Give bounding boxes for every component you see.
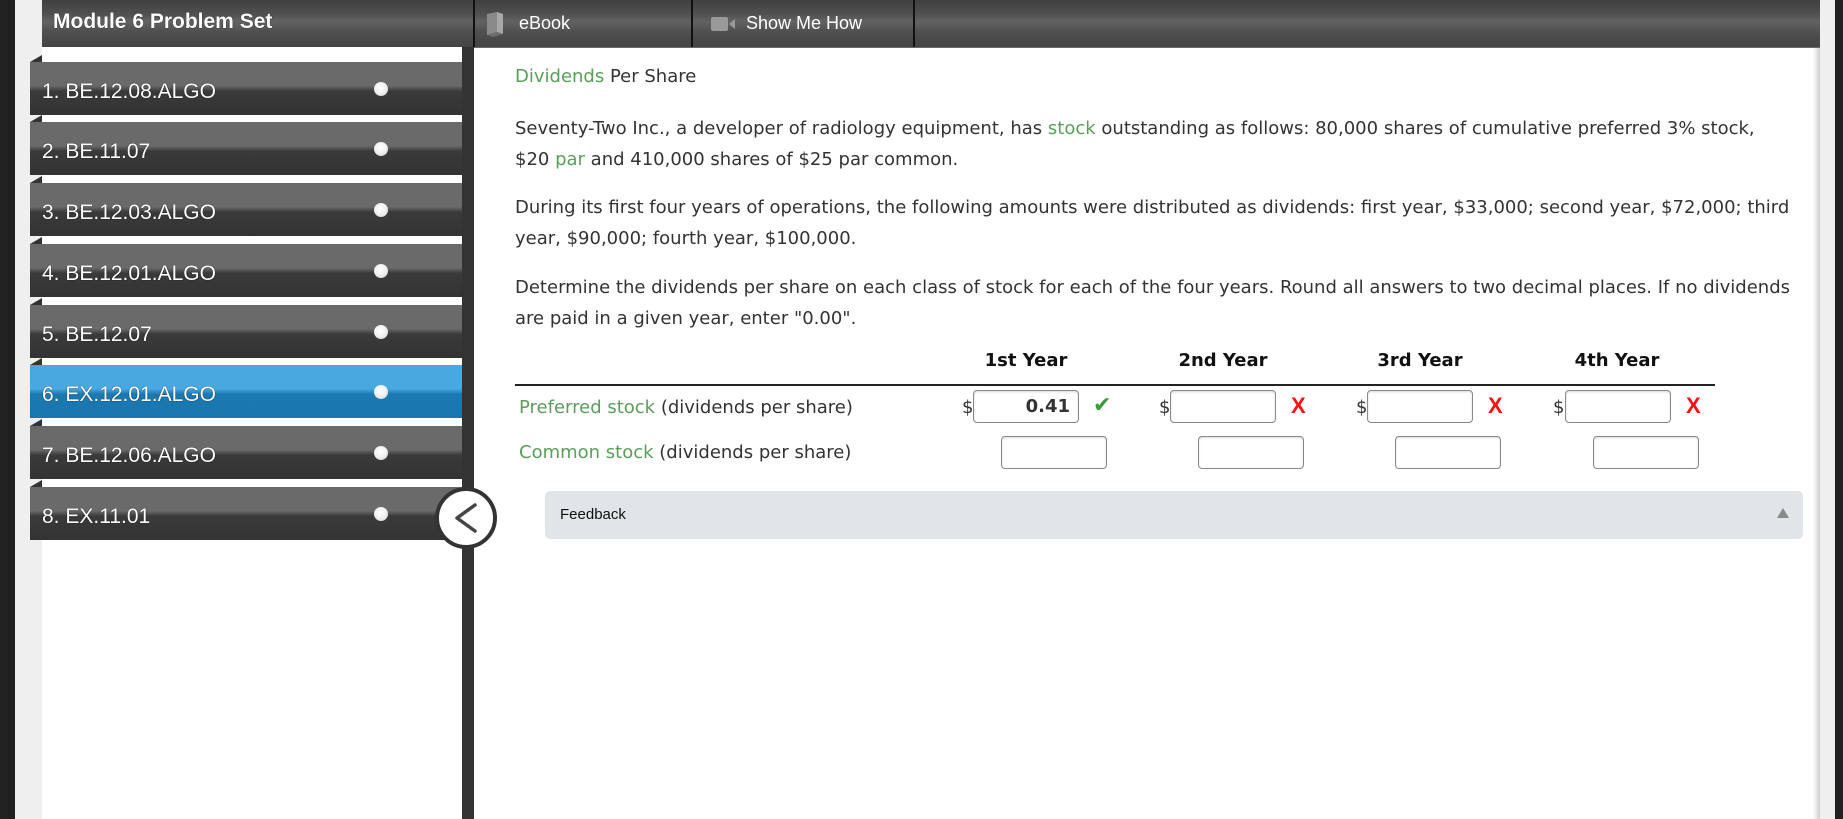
status-dot-icon	[374, 385, 388, 399]
sidebar-item-7[interactable]: 7. BE.12.06.ALGO	[30, 419, 462, 479]
sidebar-item-label: 2. BE.11.07	[42, 140, 151, 163]
preferred-year-1-input[interactable]	[973, 390, 1079, 423]
paragraph-line: Seventy-Two Inc., a developer of radiolo…	[515, 113, 1805, 144]
preferred-year-3-input[interactable]	[1367, 390, 1473, 423]
common-year-3-input[interactable]	[1395, 436, 1501, 469]
sidebar-item-6-active[interactable]: 6. EX.12.01.ALGO	[30, 358, 462, 418]
problem-title: Dividends Per Share	[515, 66, 696, 87]
show-me-how-tab[interactable]: Show Me How	[710, 0, 910, 47]
currency-symbol: $	[1553, 397, 1565, 418]
preferred-year-4-input[interactable]	[1565, 390, 1671, 423]
problem-paragraph-1: Seventy-Two Inc., a developer of radiolo…	[515, 113, 1805, 175]
text: and 410,000 shares of $25 par common.	[584, 149, 959, 170]
status-dot-icon	[374, 142, 388, 156]
sidebar-divider[interactable]	[462, 47, 474, 819]
text: $20	[515, 149, 556, 170]
paragraph-line: During its first four years of operation…	[515, 197, 1790, 218]
common-stock-row-label: Common stock (dividends per share)	[519, 442, 851, 463]
tab-corner	[30, 419, 42, 426]
common-year-2-input[interactable]	[1198, 436, 1304, 469]
tab-corner	[30, 115, 42, 122]
status-dot-icon	[374, 82, 388, 96]
column-header-year-4: 4th Year	[1574, 350, 1660, 371]
tab-corner	[30, 237, 42, 244]
tab-corner	[30, 480, 42, 487]
show-me-how-tab-label: Show Me How	[746, 13, 863, 33]
incorrect-x-icon: X	[1291, 393, 1306, 418]
currency-symbol: $	[1159, 397, 1171, 418]
preferred-stock-row-label: Preferred stock (dividends per share)	[519, 397, 853, 418]
text: outstanding as follows: 80,000 shares of…	[1095, 118, 1755, 139]
tab-corner	[30, 55, 42, 62]
column-header-year-3: 3rd Year	[1377, 350, 1463, 371]
problem-paragraph-3: Determine the dividends per share on eac…	[515, 272, 1805, 334]
status-dot-icon	[374, 264, 388, 278]
sidebar-item-4[interactable]: 4. BE.12.01.ALGO	[30, 237, 462, 297]
status-dot-icon	[374, 325, 388, 339]
top-header-bar	[42, 0, 1820, 48]
sidebar-item-1[interactable]: 1. BE.12.08.ALGO	[30, 55, 462, 115]
common-year-1-input[interactable]	[1001, 436, 1107, 469]
ebook-tab[interactable]: eBook	[485, 0, 690, 47]
ebook-tab-label: eBook	[519, 13, 571, 33]
book-icon	[487, 11, 503, 37]
problem-paragraph-2: During its first four years of operation…	[515, 192, 1805, 254]
triangle-up-icon[interactable]	[1777, 508, 1789, 518]
paragraph-line: Determine the dividends per share on eac…	[515, 277, 1791, 298]
preferred-stock-glossary-link[interactable]: Preferred stock	[519, 397, 655, 418]
sidebar-item-3[interactable]: 3. BE.12.03.ALGO	[30, 176, 462, 236]
stock-glossary-link[interactable]: stock	[1048, 118, 1096, 139]
correct-check-icon: ✔	[1093, 393, 1112, 418]
status-dot-icon	[374, 203, 388, 217]
column-header-year-2: 2nd Year	[1178, 350, 1268, 371]
dividends-glossary-link[interactable]: Dividends	[515, 66, 604, 87]
sidebar-item-2[interactable]: 2. BE.11.07	[30, 115, 462, 175]
sidebar-item-label: 4. BE.12.01.ALGO	[42, 262, 216, 285]
par-glossary-link[interactable]: par	[555, 149, 585, 170]
preferred-year-2-input[interactable]	[1170, 390, 1276, 423]
chevron-left-icon	[455, 503, 477, 533]
feedback-panel-toggle[interactable]: Feedback	[545, 491, 1803, 539]
column-header-year-1: 1st Year	[984, 350, 1068, 371]
sidebar-item-label: 3. BE.12.03.ALGO	[42, 201, 216, 224]
status-dot-icon	[374, 507, 388, 521]
text: Seventy-Two Inc., a developer of radiolo…	[515, 118, 1048, 139]
window-edge-right	[1835, 0, 1843, 819]
common-stock-glossary-link[interactable]: Common stock	[519, 442, 654, 463]
content-shadow	[1813, 47, 1820, 819]
paragraph-line: year, $90,000; fourth year, $100,000.	[515, 228, 857, 249]
sidebar-item-label: 6. EX.12.01.ALGO	[42, 383, 216, 406]
incorrect-x-icon: X	[1686, 393, 1701, 418]
status-dot-icon	[374, 446, 388, 460]
table-header-rule	[515, 384, 1715, 386]
collapse-sidebar-button[interactable]	[435, 487, 497, 549]
row-label-text: (dividends per share)	[653, 442, 852, 463]
common-year-4-input[interactable]	[1593, 436, 1699, 469]
header-divider	[913, 0, 915, 47]
tab-corner	[30, 176, 42, 183]
paragraph-line: are paid in a given year, enter "0.00".	[515, 308, 857, 329]
header-divider	[473, 0, 475, 47]
sidebar-item-label: 8. EX.11.01	[42, 505, 151, 528]
sidebar-item-label: 5. BE.12.07	[42, 323, 152, 346]
feedback-label: Feedback	[560, 506, 626, 523]
tab-corner	[30, 358, 42, 365]
tab-corner	[30, 298, 42, 305]
row-label-text: (dividends per share)	[655, 397, 853, 418]
video-camera-icon	[711, 16, 735, 31]
assignment-title: Module 6 Problem Set	[53, 10, 273, 33]
currency-symbol: $	[1356, 397, 1368, 418]
sidebar-item-8[interactable]: 8. EX.11.01	[30, 480, 462, 540]
window-edge-left	[0, 0, 15, 819]
right-gutter	[1820, 0, 1835, 819]
header-divider	[691, 0, 693, 47]
sidebar-item-label: 1. BE.12.08.ALGO	[42, 80, 216, 103]
sidebar-item-5[interactable]: 5. BE.12.07	[30, 298, 462, 358]
problem-title-text: Per Share	[604, 66, 697, 87]
incorrect-x-icon: X	[1488, 393, 1503, 418]
paragraph-line: $20 par and 410,000 shares of $25 par co…	[515, 144, 1805, 175]
sidebar-item-label: 7. BE.12.06.ALGO	[42, 444, 216, 467]
currency-symbol: $	[962, 397, 974, 418]
